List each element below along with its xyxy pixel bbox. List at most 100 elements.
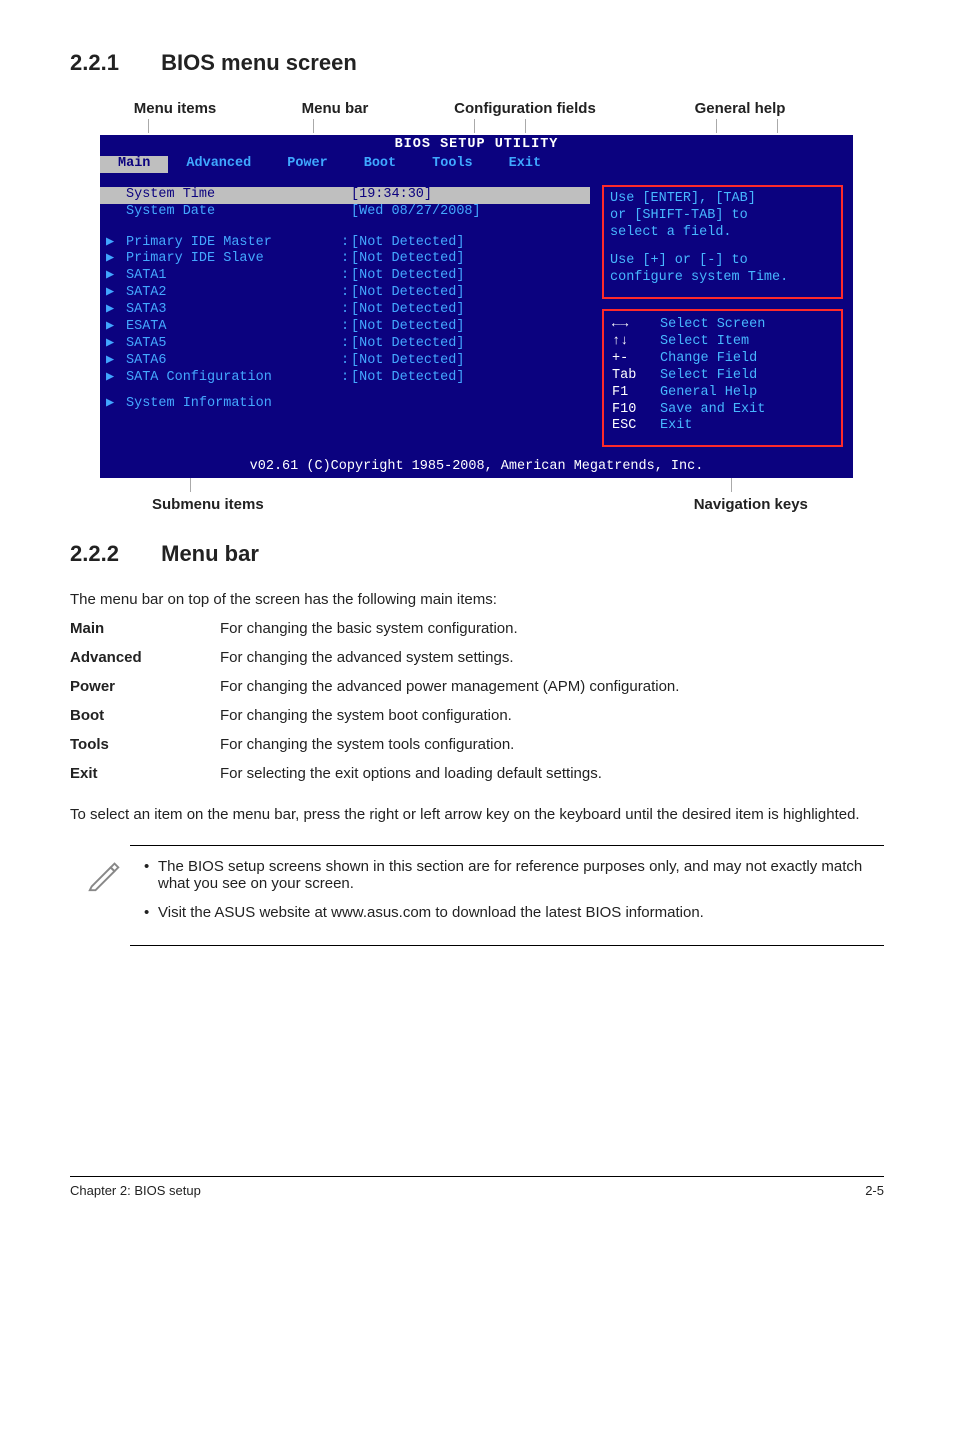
nav-key: F1: [612, 385, 660, 402]
nav-key: ←→: [612, 317, 660, 334]
section-number: 2.2.2: [70, 541, 155, 567]
nav-line: F10Save and Exit: [612, 402, 837, 419]
menubar-items-table: MainFor changing the basic system config…: [70, 614, 679, 788]
bios-item-value: [Not Detected]: [351, 336, 464, 353]
bios-submenu-row[interactable]: ▶Primary IDE Slave:[Not Detected]: [100, 251, 590, 268]
bios-tab-power[interactable]: Power: [269, 156, 346, 173]
bios-menubar: Main Advanced Power Boot Tools Exit: [100, 156, 853, 175]
bios-screen: BIOS SETUP UTILITY Main Advanced Power B…: [100, 135, 853, 478]
menu-name: Advanced: [70, 643, 220, 672]
nav-line: ←→Select Screen: [612, 317, 837, 334]
menu-name: Exit: [70, 759, 220, 788]
bios-tab-exit[interactable]: Exit: [491, 156, 559, 173]
row-system-date[interactable]: System Date [Wed 08/27/2008]: [100, 204, 590, 221]
bios-item-label: SATA Configuration: [126, 370, 341, 387]
label-menu-bar: Menu bar: [250, 100, 420, 117]
menu-name: Boot: [70, 701, 220, 730]
bios-submenu-row[interactable]: ▶SATA Configuration:[Not Detected]: [100, 370, 590, 387]
bios-item-value: [Not Detected]: [351, 353, 464, 370]
system-information-label: System Information: [126, 396, 341, 413]
nav-key: F10: [612, 402, 660, 419]
page-footer: Chapter 2: BIOS setup 2-5: [70, 1176, 884, 1198]
menu-name: Tools: [70, 730, 220, 759]
menu-desc: For changing the basic system configurat…: [220, 614, 679, 643]
system-time-value[interactable]: [19:34:30]: [351, 187, 432, 204]
menu-desc: For changing the advanced power manageme…: [220, 672, 679, 701]
help-line: Use [+] or [-] to: [610, 253, 835, 270]
bios-tab-advanced[interactable]: Advanced: [168, 156, 269, 173]
bios-submenu-row[interactable]: ▶ESATA:[Not Detected]: [100, 319, 590, 336]
menu-desc: For changing the system boot configurati…: [220, 701, 679, 730]
bios-tab-boot[interactable]: Boot: [346, 156, 414, 173]
nav-line: ESCExit: [612, 418, 837, 435]
nav-key: +-: [612, 351, 660, 368]
nav-desc: Select Item: [660, 334, 749, 351]
label-navigation-keys: Navigation keys: [694, 496, 808, 513]
menubar-intro: The menu bar on top of the screen has th…: [70, 591, 884, 608]
note-item: The BIOS setup screens shown in this sec…: [144, 858, 884, 892]
bios-item-label: SATA6: [126, 353, 341, 370]
help-line: Use [ENTER], [TAB]: [610, 191, 835, 208]
note-pencil-icon: [86, 856, 130, 898]
section-heading: 2.2.1 BIOS menu screen: [70, 50, 884, 76]
bios-nav-box: ←→Select Screen↑↓Select Item+-Change Fie…: [602, 309, 843, 447]
nav-desc: Exit: [660, 418, 692, 435]
footer-chapter: Chapter 2: BIOS setup: [70, 1183, 201, 1198]
note-item: Visit the ASUS website at www.asus.com t…: [144, 904, 884, 921]
nav-line: ↑↓Select Item: [612, 334, 837, 351]
menu-name: Main: [70, 614, 220, 643]
bios-submenu-row[interactable]: ▶SATA3:[Not Detected]: [100, 302, 590, 319]
bios-submenu-row[interactable]: ▶SATA6:[Not Detected]: [100, 353, 590, 370]
bios-item-value: [Not Detected]: [351, 370, 464, 387]
footer-page: 2-5: [865, 1183, 884, 1198]
menu-name: Power: [70, 672, 220, 701]
bios-submenu-row[interactable]: ▶Primary IDE Master:[Not Detected]: [100, 235, 590, 252]
row-system-time[interactable]: System Time [19:34:30]: [100, 187, 590, 204]
nav-desc: Select Screen: [660, 317, 765, 334]
table-row: ToolsFor changing the system tools confi…: [70, 730, 679, 759]
nav-desc: Select Field: [660, 368, 757, 385]
bios-item-label: ESATA: [126, 319, 341, 336]
bios-submenu-row[interactable]: ▶SATA5:[Not Detected]: [100, 336, 590, 353]
help-line: configure system Time.: [610, 270, 835, 287]
bios-item-label: Primary IDE Master: [126, 235, 341, 252]
section-title: BIOS menu screen: [161, 50, 357, 75]
bios-title: BIOS SETUP UTILITY: [100, 135, 853, 156]
help-line: or [SHIFT-TAB] to: [610, 208, 835, 225]
bios-item-label: Primary IDE Slave: [126, 251, 341, 268]
nav-line: +-Change Field: [612, 351, 837, 368]
label-submenu-items: Submenu items: [152, 496, 264, 513]
select-hint: To select an item on the menu bar, press…: [70, 806, 884, 823]
bios-tab-main[interactable]: Main: [100, 156, 168, 173]
bios-item-label: SATA2: [126, 285, 341, 302]
nav-desc: Change Field: [660, 351, 757, 368]
nav-key: ↑↓: [612, 334, 660, 351]
row-system-information[interactable]: ▶ System Information: [100, 396, 590, 413]
bios-submenu-row[interactable]: ▶SATA1:[Not Detected]: [100, 268, 590, 285]
label-config-fields: Configuration fields: [420, 100, 630, 117]
bios-item-value: [Not Detected]: [351, 235, 464, 252]
bios-item-value: [Not Detected]: [351, 319, 464, 336]
nav-key: Tab: [612, 368, 660, 385]
bios-submenu-row[interactable]: ▶SATA2:[Not Detected]: [100, 285, 590, 302]
table-row: PowerFor changing the advanced power man…: [70, 672, 679, 701]
system-date-value[interactable]: [Wed 08/27/2008]: [351, 204, 481, 221]
section-number: 2.2.1: [70, 50, 155, 76]
menu-desc: For selecting the exit options and loadi…: [220, 759, 679, 788]
note-block: The BIOS setup screens shown in this sec…: [130, 845, 884, 946]
table-row: ExitFor selecting the exit options and l…: [70, 759, 679, 788]
bios-footer: v02.61 (C)Copyright 1985-2008, American …: [100, 457, 853, 478]
bios-item-label: SATA5: [126, 336, 341, 353]
label-general-help: General help: [630, 100, 850, 117]
bios-item-value: [Not Detected]: [351, 302, 464, 319]
menu-desc: For changing the advanced system setting…: [220, 643, 679, 672]
bios-item-value: [Not Detected]: [351, 251, 464, 268]
nav-line: TabSelect Field: [612, 368, 837, 385]
label-menu-items: Menu items: [100, 100, 250, 117]
bios-help-panel: Use [ENTER], [TAB] or [SHIFT-TAB] to sel…: [590, 175, 853, 458]
bios-tab-tools[interactable]: Tools: [414, 156, 491, 173]
menu-desc: For changing the system tools configurat…: [220, 730, 679, 759]
table-row: AdvancedFor changing the advanced system…: [70, 643, 679, 672]
table-row: BootFor changing the system boot configu…: [70, 701, 679, 730]
bios-diagram: Menu items Menu bar Configuration fields…: [100, 100, 884, 513]
